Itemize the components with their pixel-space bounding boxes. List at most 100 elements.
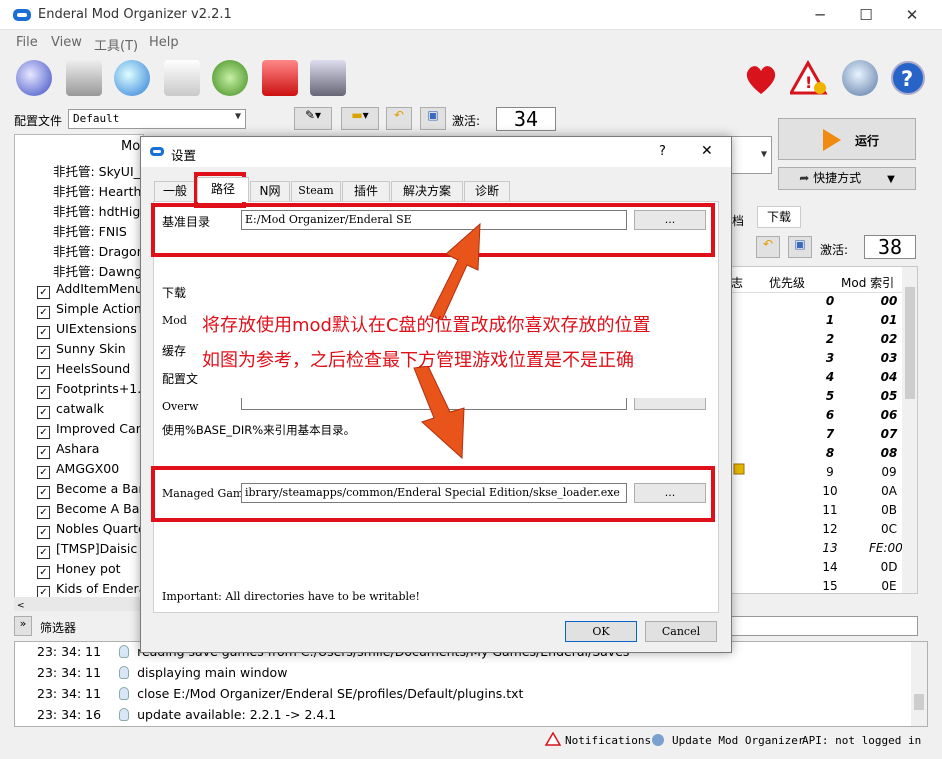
mod-list-item[interactable]: ✓ Become A Bar: [37, 501, 143, 521]
cancel-button[interactable]: Cancel: [645, 621, 717, 642]
plugin-row[interactable]: 0 00: [729, 294, 917, 313]
mod-checkbox[interactable]: ✓: [37, 366, 50, 379]
shortcut-button[interactable]: ➦ 快捷方式 ▼: [778, 167, 916, 190]
mod-checkbox[interactable]: ✓: [37, 546, 50, 559]
plugin-row[interactable]: 7 07: [729, 427, 917, 446]
restore-backup-button[interactable]: ↶: [386, 107, 412, 130]
plugin-row[interactable]: 8 08: [729, 446, 917, 465]
plugin-row[interactable]: 3 03: [729, 351, 917, 370]
plugin-row[interactable]: 2 02: [729, 332, 917, 351]
warning-icon[interactable]: !: [790, 60, 828, 96]
mod-checkbox[interactable]: ✓: [37, 406, 50, 419]
wrench-icon[interactable]: [310, 60, 346, 96]
endorse-heart-icon[interactable]: [742, 62, 780, 96]
tools-icon[interactable]: [262, 60, 298, 96]
mod-list-item[interactable]: ✓ AddItemMenu: [37, 281, 143, 301]
tools-menu-button[interactable]: ✎▾: [294, 107, 332, 130]
mod-list-item[interactable]: ✓ Sunny Skin: [37, 341, 143, 361]
plugin-row[interactable]: 9 09: [729, 465, 917, 484]
mod-checkbox[interactable]: ✓: [37, 306, 50, 319]
overwrite-browse-button[interactable]: [634, 398, 706, 410]
mod-checkbox[interactable]: ✓: [37, 426, 50, 439]
run-button[interactable]: 运行: [778, 118, 916, 160]
plugin-header-mod-index[interactable]: Mod 索引: [841, 274, 894, 291]
mod-list-item[interactable]: ✓ Ashara: [37, 441, 143, 461]
plugin-restore-button[interactable]: ↶: [756, 236, 780, 258]
tab-nexus[interactable]: N网: [250, 181, 290, 201]
maximize-button[interactable]: ☐: [846, 4, 886, 26]
nexus-globe-icon[interactable]: [114, 60, 150, 96]
mod-list-item[interactable]: ✓ catwalk: [37, 401, 143, 421]
mod-list-item[interactable]: 非托管: Dragonbo: [53, 241, 143, 261]
mod-list-item[interactable]: ✓ Footprints+1.5: [37, 381, 143, 401]
mod-list[interactable]: Mo 非托管: SkyUI_SE 非托管: HearthFire 非托管: hdtH…: [14, 134, 144, 611]
plugin-row[interactable]: 1 01: [729, 313, 917, 332]
profiles-icon[interactable]: [66, 60, 102, 96]
plugin-row[interactable]: 14 0D: [729, 560, 917, 579]
tab-general[interactable]: 一般: [154, 181, 196, 201]
mod-list-item[interactable]: ✓ Nobles Quarte: [37, 521, 143, 541]
plugin-row[interactable]: 11 0B: [729, 503, 917, 522]
mod-list-item[interactable]: 非托管: hdtHighHe: [53, 201, 143, 221]
plugin-filter-input[interactable]: [730, 616, 918, 636]
mod-checkbox[interactable]: ✓: [37, 506, 50, 519]
plugin-header-priority[interactable]: 优先级: [769, 274, 805, 291]
menu-file[interactable]: File: [16, 35, 38, 50]
mod-list-item[interactable]: ✓ Become a Bar: [37, 481, 143, 501]
update-globe-icon[interactable]: [842, 60, 878, 96]
tab-downloads[interactable]: 下载: [757, 206, 801, 228]
mod-checkbox[interactable]: ✓: [37, 486, 50, 499]
mod-checkbox[interactable]: ✓: [37, 386, 50, 399]
notifications-label[interactable]: Notifications: [565, 734, 651, 747]
mod-checkbox[interactable]: ✓: [37, 286, 50, 299]
tab-plugins[interactable]: 插件: [342, 181, 390, 201]
dialog-help-button[interactable]: ?: [659, 144, 666, 159]
close-window-button[interactable]: ✕: [892, 4, 932, 26]
plugin-row[interactable]: 13 FE:000: [729, 541, 917, 560]
menu-view[interactable]: View: [51, 35, 82, 50]
mod-list-item[interactable]: ✓ HeelsSound: [37, 361, 143, 381]
mod-list-item[interactable]: 非托管: SkyUI_SE: [53, 161, 143, 181]
plugin-row[interactable]: 10 0A: [729, 484, 917, 503]
mod-list-item[interactable]: 非托管: HearthFire: [53, 181, 143, 201]
settings-gears-icon[interactable]: [212, 60, 248, 96]
mod-checkbox[interactable]: ✓: [37, 466, 50, 479]
plugin-row[interactable]: 6 06: [729, 408, 917, 427]
mod-checkbox[interactable]: ✓: [37, 326, 50, 339]
tab-diagnostics[interactable]: 诊断: [464, 181, 510, 201]
plugin-row[interactable]: 15 0E: [729, 579, 917, 593]
ini-editor-icon[interactable]: [164, 60, 200, 96]
plugin-list-scrollbar[interactable]: [902, 267, 917, 593]
plugin-row[interactable]: 4 04: [729, 370, 917, 389]
help-icon[interactable]: ?: [890, 60, 926, 96]
mod-checkbox[interactable]: ✓: [37, 346, 50, 359]
dialog-close-button[interactable]: ✕: [701, 143, 713, 159]
mod-list-item[interactable]: 非托管: FNIS: [53, 221, 143, 241]
mod-list-item[interactable]: 非托管: Dawnguar: [53, 261, 143, 281]
mod-list-item[interactable]: ✓ UIExtensions: [37, 321, 143, 341]
expand-filter-button[interactable]: »: [14, 616, 32, 636]
plugin-backup-button[interactable]: ▣: [788, 236, 812, 258]
log-panel[interactable]: 23: 34: 11reading save games from C:/Use…: [14, 641, 928, 727]
menu-help[interactable]: Help: [149, 35, 179, 50]
menu-tools[interactable]: 工具(T): [94, 35, 138, 54]
minimize-button[interactable]: ─: [800, 4, 840, 26]
mod-list-item[interactable]: ✓ AMGGX00: [37, 461, 143, 481]
plugin-list[interactable]: 志 优先级 Mod 索引 0 00 1 01 2 02 3 03 4 04 5 05 6 06 7 07 8 08…: [728, 266, 918, 594]
tab-steam[interactable]: Steam: [291, 181, 341, 201]
mod-list-item[interactable]: ✓ [TMSP]Daisic: [37, 541, 143, 561]
open-folder-button[interactable]: ▬▾: [341, 107, 379, 130]
mod-checkbox[interactable]: ✓: [37, 566, 50, 579]
mod-list-hscroll[interactable]: <: [14, 597, 144, 611]
ok-button[interactable]: OK: [565, 621, 637, 642]
tab-workarounds[interactable]: 解决方案: [391, 181, 463, 201]
tab-saves-partial[interactable]: 档: [732, 212, 744, 229]
tab-paths[interactable]: 路径: [197, 177, 249, 202]
plugin-row[interactable]: 5 05: [729, 389, 917, 408]
log-scrollbar[interactable]: [911, 642, 927, 726]
mod-checkbox[interactable]: ✓: [37, 446, 50, 459]
install-mod-icon[interactable]: [16, 60, 52, 96]
plugin-row[interactable]: 12 0C: [729, 522, 917, 541]
mod-checkbox[interactable]: ✓: [37, 526, 50, 539]
mod-list-item[interactable]: ✓ Improved Can: [37, 421, 143, 441]
